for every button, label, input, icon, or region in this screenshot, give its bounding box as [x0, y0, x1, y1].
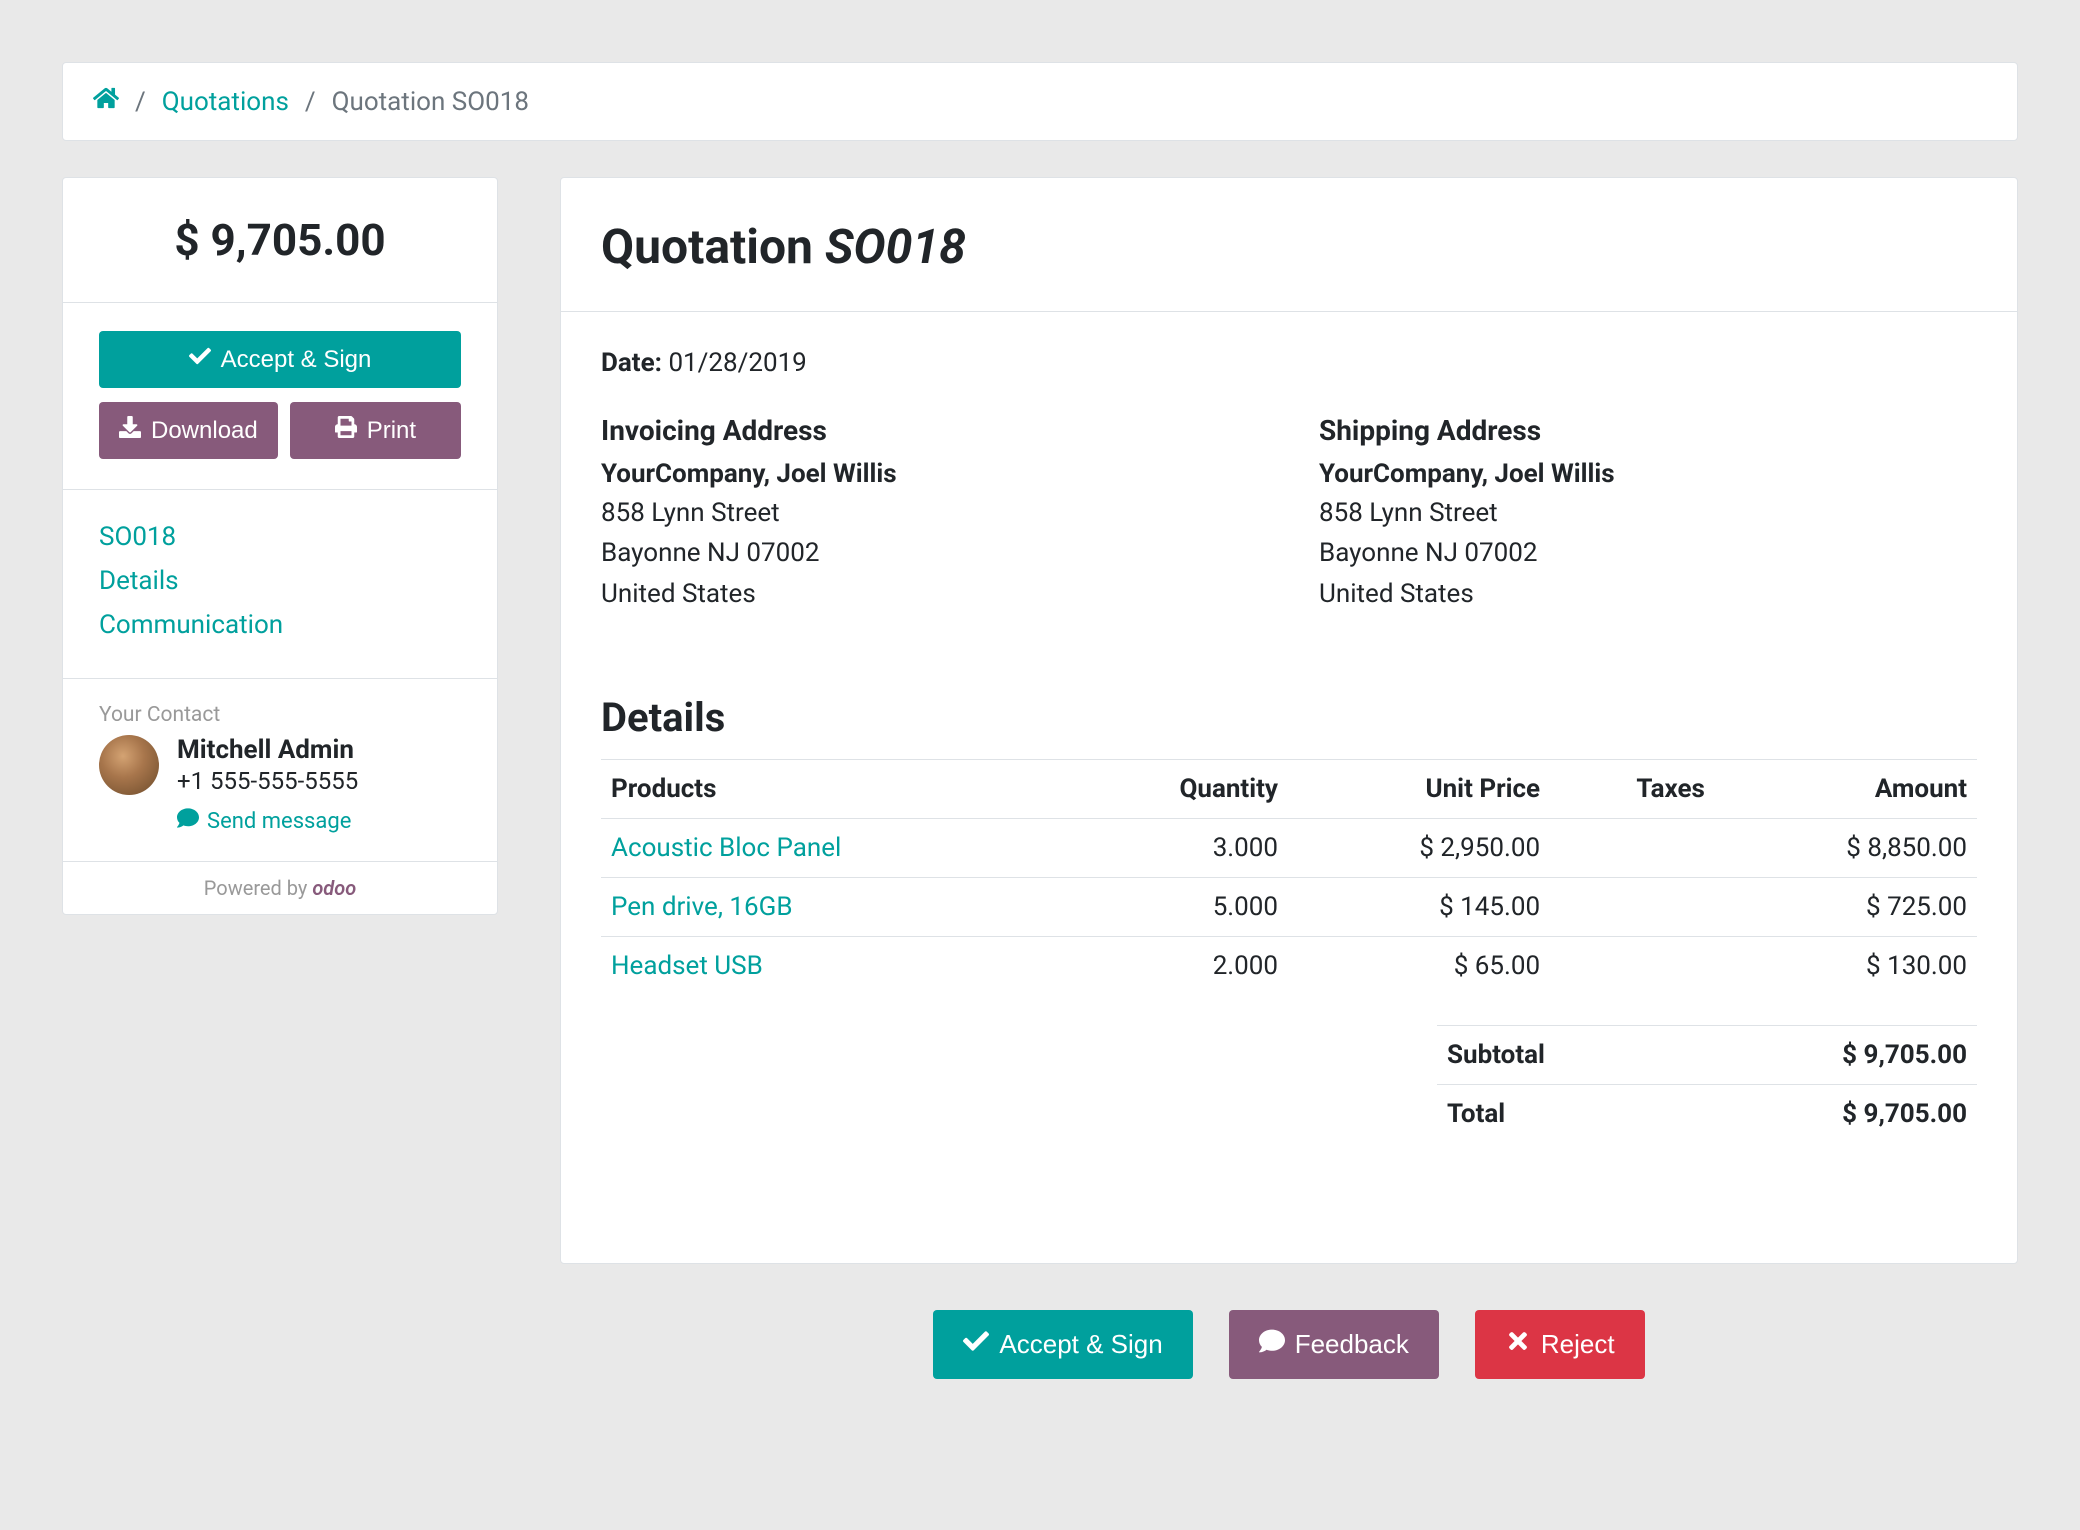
details-heading: Details — [601, 694, 1977, 741]
chat-icon — [177, 807, 199, 835]
breadcrumb-separator: / — [305, 87, 316, 117]
page-title: Quotation SO018 — [601, 218, 1977, 275]
table-row: Headset USB 2.000 $ 65.00 $ 130.00 — [601, 936, 1977, 995]
sidebar: $ 9,705.00 Accept & Sign Download — [62, 177, 498, 915]
sidebar-nav-communication-link[interactable]: Communication — [99, 610, 461, 640]
date-row: Date: 01/28/2019 — [601, 348, 1977, 378]
breadcrumb-current: Quotation SO018 — [332, 87, 529, 117]
sidebar-contact: Your Contact Mitchell Admin +1 555-555-5… — [63, 679, 497, 862]
close-icon — [1505, 1328, 1531, 1361]
print-button[interactable]: Print — [290, 402, 461, 459]
sidebar-nav: SO018 Details Communication — [63, 490, 497, 679]
table-row: Pen drive, 16GB 5.000 $ 145.00 $ 725.00 — [601, 877, 1977, 936]
powered-by: Powered by odoo — [63, 862, 497, 914]
footer-reject-label: Reject — [1541, 1329, 1615, 1360]
sidebar-actions: Accept & Sign Download Print — [63, 303, 497, 490]
sidebar-nav-so-link[interactable]: SO018 — [99, 522, 461, 552]
col-amount: Amount — [1715, 759, 1977, 818]
check-icon — [963, 1328, 989, 1361]
col-quantity: Quantity — [1067, 759, 1288, 818]
total-value: $ 9,705.00 — [1842, 1099, 1967, 1129]
sidebar-nav-details-link[interactable]: Details — [99, 566, 461, 596]
print-label: Print — [367, 417, 416, 445]
breadcrumb-home-link[interactable] — [93, 85, 119, 118]
footer-feedback-label: Feedback — [1295, 1329, 1409, 1360]
check-icon — [189, 345, 211, 374]
products-table: Products Quantity Unit Price Taxes Amoun… — [601, 759, 1977, 995]
contact-name: Mitchell Admin — [177, 735, 358, 765]
product-link[interactable]: Acoustic Bloc Panel — [611, 833, 841, 863]
odoo-brand: odoo — [312, 876, 356, 900]
print-icon — [335, 416, 357, 445]
accept-sign-button[interactable]: Accept & Sign — [99, 331, 461, 388]
chat-icon — [1259, 1328, 1285, 1361]
col-products: Products — [601, 759, 1067, 818]
col-unit-price: Unit Price — [1288, 759, 1550, 818]
shipping-address: Shipping Address YourCompany, Joel Willi… — [1319, 414, 1977, 614]
invoicing-address: Invoicing Address YourCompany, Joel Will… — [601, 414, 1259, 614]
product-link[interactable]: Headset USB — [611, 951, 763, 981]
footer-reject-button[interactable]: Reject — [1475, 1310, 1645, 1379]
avatar — [99, 735, 159, 795]
download-icon — [119, 416, 141, 445]
contact-heading: Your Contact — [99, 703, 461, 727]
home-icon — [93, 89, 119, 117]
subtotal-value: $ 9,705.00 — [1842, 1040, 1967, 1070]
subtotal-label: Subtotal — [1447, 1040, 1545, 1070]
breadcrumb: / Quotations / Quotation SO018 — [62, 62, 2018, 141]
breadcrumb-separator: / — [135, 87, 146, 117]
main-panel: Quotation SO018 Date: 01/28/2019 Invoici… — [560, 177, 2018, 1264]
accept-sign-label: Accept & Sign — [221, 346, 372, 374]
total-label: Total — [1447, 1099, 1505, 1129]
send-message-label: Send message — [207, 809, 351, 834]
breadcrumb-quotations-link[interactable]: Quotations — [162, 87, 289, 117]
download-button[interactable]: Download — [99, 402, 278, 459]
contact-phone: +1 555-555-5555 — [177, 767, 358, 795]
footer-accept-sign-button[interactable]: Accept & Sign — [933, 1310, 1192, 1379]
product-link[interactable]: Pen drive, 16GB — [611, 892, 793, 922]
footer-actions: Accept & Sign Feedback Reject — [560, 1310, 2018, 1379]
download-label: Download — [151, 417, 258, 445]
totals: Subtotal $ 9,705.00 Total $ 9,705.00 — [1437, 1025, 1977, 1143]
send-message-link[interactable]: Send message — [177, 807, 351, 835]
table-row: Acoustic Bloc Panel 3.000 $ 2,950.00 $ 8… — [601, 818, 1977, 877]
footer-accept-sign-label: Accept & Sign — [999, 1329, 1162, 1360]
col-taxes: Taxes — [1550, 759, 1715, 818]
sidebar-total-price: $ 9,705.00 — [63, 178, 497, 303]
footer-feedback-button[interactable]: Feedback — [1229, 1310, 1439, 1379]
